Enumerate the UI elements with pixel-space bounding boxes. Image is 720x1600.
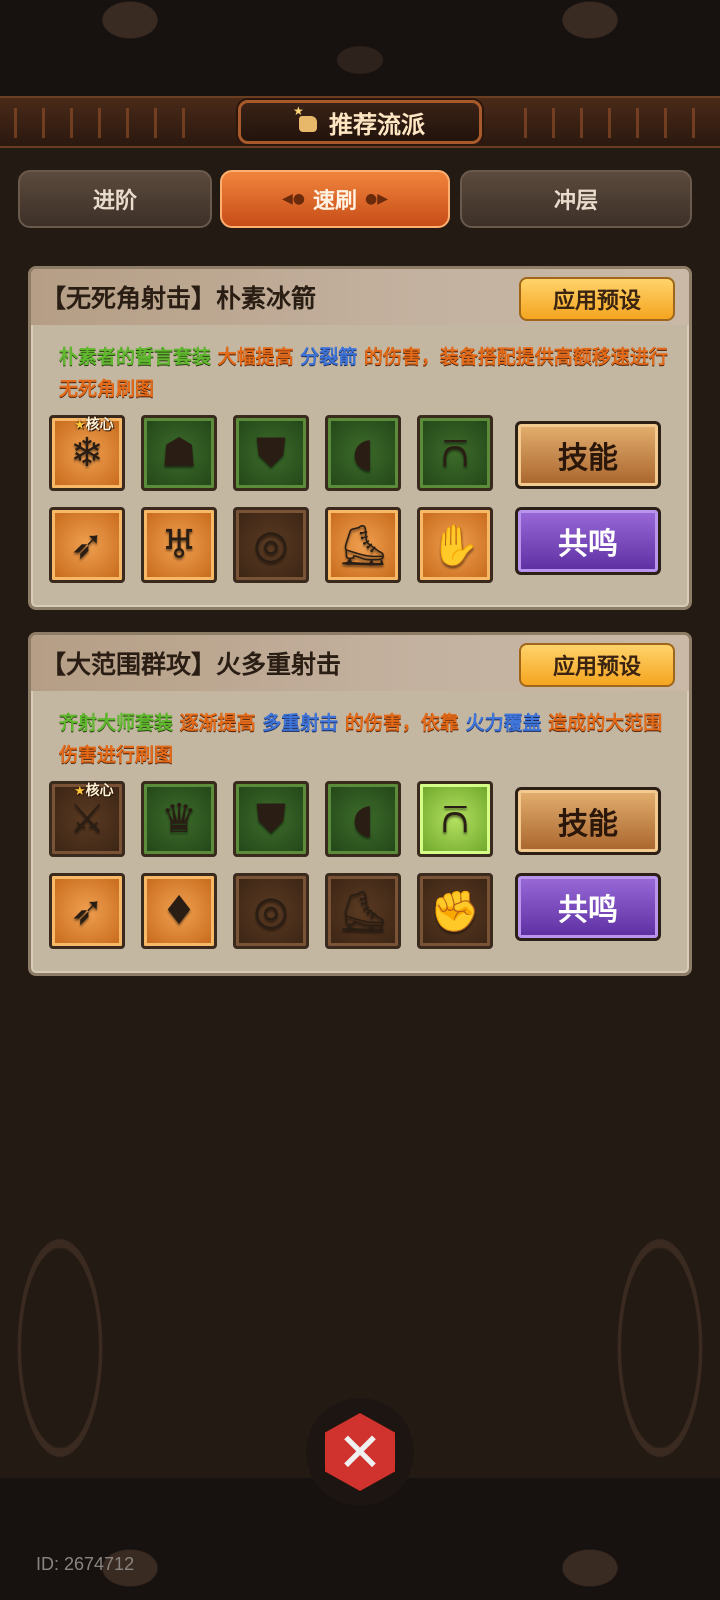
chevron-ornament-right	[510, 108, 720, 138]
tab-label: 进阶	[92, 189, 137, 214]
ornament-right-icon: ●▶	[365, 191, 388, 207]
chevron-ornament-left	[0, 108, 210, 138]
skill-name: 分裂箭	[300, 346, 358, 368]
build-title: 【无死角射击】朴素冰箭	[41, 284, 317, 313]
equipment-slot[interactable]: ♅	[141, 507, 217, 583]
boots-icon: ⛸	[337, 522, 389, 569]
equipment-slot[interactable]: ♛	[141, 781, 217, 857]
resonance-button[interactable]: 共鸣	[515, 873, 661, 941]
skill-button[interactable]: 技能	[515, 787, 661, 855]
equipment-slot[interactable]: ◖	[325, 781, 401, 857]
title-plate: 推荐流派	[238, 100, 482, 144]
ice-arrow-skill-icon: ❄	[70, 430, 104, 476]
leather-glove-icon: ✊	[430, 888, 480, 935]
equipment-slot[interactable]: ◎	[233, 507, 309, 583]
equipment-slot[interactable]: ⩃	[417, 781, 493, 857]
equipment-slot[interactable]: ⩃	[417, 415, 493, 491]
equipment-slot[interactable]: ⛸	[325, 507, 401, 583]
tab-push[interactable]: 冲层	[460, 170, 692, 228]
equipment-slot[interactable]: ✊	[417, 873, 493, 949]
core-tag: ★核心	[74, 414, 114, 434]
build-description: 齐射大师套装 逐渐提高 多重射击 的伤害，依靠 火力覆盖 造成的大范围伤害进行刷…	[59, 707, 669, 771]
top-ornament	[0, 0, 720, 96]
set-name: 朴素者的誓言套装	[59, 346, 212, 368]
tab-label: 冲层	[553, 189, 598, 214]
skill-button[interactable]: 技能	[515, 421, 661, 489]
close-button[interactable]: ✕	[306, 1398, 414, 1506]
equipment-slot[interactable]: ✋	[417, 507, 493, 583]
resonance-button[interactable]: 共鸣	[515, 507, 661, 575]
close-x-icon: ✕	[325, 1413, 395, 1491]
desc-text: 的伤害，依靠	[344, 712, 459, 734]
user-id: ID: 2674712	[36, 1554, 135, 1574]
leather-chest-icon: ⛊	[256, 796, 286, 842]
quiver-icon: ➶	[70, 522, 104, 568]
tab-label: 速刷	[312, 189, 357, 214]
tab-advance[interactable]: 进阶	[18, 170, 212, 228]
shoulder-pad-icon: ◖	[352, 796, 374, 842]
yellow-boots-icon: ⛸	[337, 888, 389, 935]
build-description: 朴素者的誓言套装 大幅提高 分裂箭 的伤害，装备搭配提供高额移速进行无死角刷图	[59, 341, 669, 405]
build-title: 【大范围群攻】火多重射击	[41, 650, 342, 679]
thumbs-up-icon	[293, 104, 321, 134]
build-card-1: 【无死角射击】朴素冰箭 应用预设 朴素者的誓言套装 大幅提高 分裂箭 的伤害，装…	[28, 266, 692, 610]
leg-armor-icon: ⩃	[441, 796, 469, 842]
chest-armor-icon: ⛊	[256, 430, 286, 476]
equipment-slot[interactable]: ♦	[141, 873, 217, 949]
equipment-slot[interactable]: ☗	[141, 415, 217, 491]
gem-necklace-icon: ♦	[161, 888, 197, 934]
equipment-slot[interactable]: ❄ ★核心	[49, 415, 125, 491]
shoulder-armor-icon: ◖	[352, 430, 374, 476]
skill-name: 多重射击	[262, 712, 339, 734]
desc-text: 大幅提高	[217, 346, 294, 368]
core-label: 核心	[85, 417, 114, 433]
keyword: 火力覆盖	[465, 712, 542, 734]
tab-speed[interactable]: ◀● 速刷 ●▶	[220, 170, 450, 228]
desc-text: 逐渐提高	[179, 712, 256, 734]
core-tag: ★核心	[74, 780, 114, 800]
equipment-slot[interactable]: ◎	[233, 873, 309, 949]
equipment-slot[interactable]: ➶	[49, 507, 125, 583]
core-label: 核心	[85, 783, 114, 799]
equipment-slot[interactable]: ⛸	[325, 873, 401, 949]
star-icon: ★	[74, 784, 86, 799]
pants-icon: ⩃	[441, 430, 469, 476]
equipment-slot[interactable]: ◖	[325, 415, 401, 491]
crossbow-skill-icon: ⚔	[69, 796, 105, 842]
equipment-slot[interactable]: ⛊	[233, 415, 309, 491]
wolf-helmet-icon: ☗	[161, 430, 197, 476]
wing-amulet-icon: ♅	[161, 522, 197, 568]
star-icon: ★	[74, 418, 86, 433]
gloves-icon: ✋	[430, 522, 480, 569]
page-title: 推荐流派	[329, 110, 425, 139]
equipment-slot[interactable]: ⚔ ★核心	[49, 781, 125, 857]
ornament-left-icon: ◀●	[282, 191, 305, 207]
apply-preset-button[interactable]: 应用预设	[519, 277, 675, 321]
spiked-helmet-icon: ♛	[161, 796, 197, 842]
purple-ring-icon: ◎	[253, 888, 289, 934]
apply-preset-button[interactable]: 应用预设	[519, 643, 675, 687]
arrow-quiver-icon: ➶	[70, 888, 104, 934]
equipment-slot[interactable]: ➶	[49, 873, 125, 949]
purple-ring-icon: ◎	[253, 522, 289, 568]
set-name: 齐射大师套装	[59, 712, 174, 734]
build-card-2: 【大范围群攻】火多重射击 应用预设 齐射大师套装 逐渐提高 多重射击 的伤害，依…	[28, 632, 692, 976]
equipment-slot[interactable]: ⛊	[233, 781, 309, 857]
